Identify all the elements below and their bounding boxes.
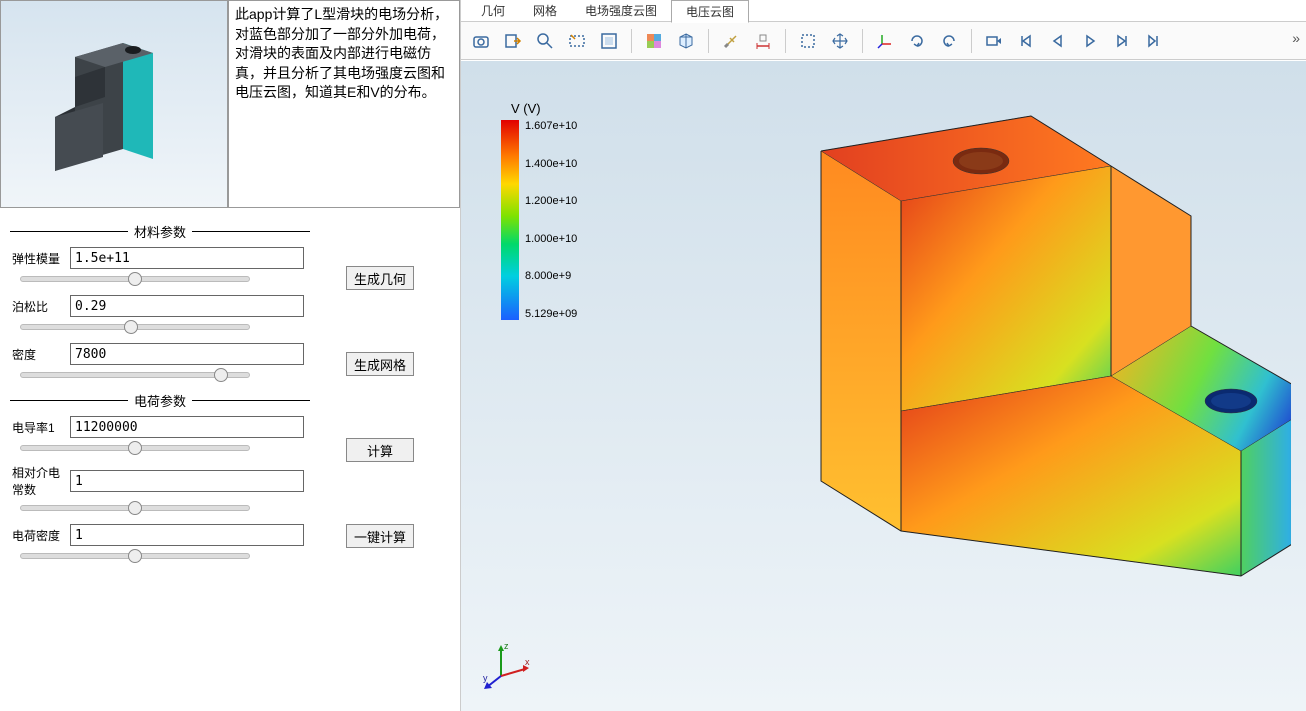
svg-text:x: x — [525, 657, 530, 667]
model-render — [611, 71, 1291, 691]
poisson-ratio-input[interactable] — [70, 295, 304, 317]
poisson-ratio-slider[interactable] — [20, 324, 250, 330]
colorbar-label: 1.400e+10 — [525, 158, 577, 170]
colorbar-label: 8.000e+9 — [525, 270, 577, 282]
svg-text:y: y — [483, 673, 488, 683]
next-frame-icon[interactable] — [1108, 27, 1136, 55]
axis-view-icon[interactable] — [871, 27, 899, 55]
charge-section-title: 电荷参数 — [10, 391, 310, 410]
one-click-compute-button[interactable]: 一键计算 — [346, 524, 414, 548]
rotate-cw-icon[interactable] — [903, 27, 931, 55]
record-icon[interactable] — [980, 27, 1008, 55]
conductivity1-input[interactable] — [70, 416, 304, 438]
elastic-modulus-label: 弹性模量 — [10, 250, 70, 267]
prev-frame-icon[interactable] — [1044, 27, 1072, 55]
density-input[interactable] — [70, 343, 304, 365]
tabs-bar: 几何 网格 电场强度云图 电压云图 — [461, 0, 1306, 22]
tab-efield-cloud[interactable]: 电场强度云图 — [571, 0, 671, 21]
pan-icon[interactable] — [826, 27, 854, 55]
rel-permittivity-input[interactable] — [70, 470, 304, 492]
svg-text:z: z — [504, 641, 509, 651]
density-slider[interactable] — [20, 372, 250, 378]
tab-geometry[interactable]: 几何 — [467, 0, 519, 21]
export-icon[interactable] — [499, 27, 527, 55]
screenshot-icon[interactable] — [467, 27, 495, 55]
preview-thumbnail — [0, 0, 228, 208]
generate-geometry-button[interactable]: 生成几何 — [346, 266, 414, 290]
rel-permittivity-slider[interactable] — [20, 505, 250, 511]
clear-icon[interactable] — [717, 27, 745, 55]
toolbar-overflow-icon[interactable]: » — [1292, 30, 1300, 46]
colorbar-label: 1.200e+10 — [525, 195, 577, 207]
rotate-ccw-icon[interactable] — [935, 27, 963, 55]
zoom-icon[interactable] — [531, 27, 559, 55]
density-label: 密度 — [10, 346, 70, 363]
charge-density-slider[interactable] — [20, 553, 250, 559]
charge-density-input[interactable] — [70, 524, 304, 546]
colorbar-label: 5.129e+09 — [525, 308, 577, 320]
play-icon[interactable] — [1076, 27, 1104, 55]
first-frame-icon[interactable] — [1012, 27, 1040, 55]
view-cube-icon[interactable] — [672, 27, 700, 55]
colorbar-title: V (V) — [511, 101, 577, 116]
colorbar: V (V) 1.607e+10 1.400e+10 1.200e+10 1.00… — [501, 101, 577, 320]
charge-density-label: 电荷密度 — [10, 527, 70, 544]
conductivity1-slider[interactable] — [20, 445, 250, 451]
generate-mesh-button[interactable]: 生成网格 — [346, 352, 414, 376]
zoom-extents-icon[interactable] — [595, 27, 623, 55]
measure-icon[interactable] — [749, 27, 777, 55]
rel-permittivity-label: 相对介电常数 — [10, 464, 70, 498]
colorbar-gradient — [501, 120, 519, 320]
tab-mesh[interactable]: 网格 — [519, 0, 571, 21]
select-mode-icon[interactable] — [640, 27, 668, 55]
axis-triad-icon: z x y — [481, 641, 531, 691]
3d-viewport[interactable]: V (V) 1.607e+10 1.400e+10 1.200e+10 1.00… — [461, 60, 1306, 711]
compute-button[interactable]: 计算 — [346, 438, 414, 462]
selection-box-icon[interactable] — [794, 27, 822, 55]
colorbar-label: 1.607e+10 — [525, 120, 577, 132]
description-text: 此app计算了L型滑块的电场分析，对蓝色部分加了一部分外加电荷，对滑块的表面及内… — [228, 0, 460, 208]
material-section-title: 材料参数 — [10, 222, 310, 241]
zoom-box-icon[interactable] — [563, 27, 591, 55]
colorbar-label: 1.000e+10 — [525, 233, 577, 245]
elastic-modulus-slider[interactable] — [20, 276, 250, 282]
poisson-ratio-label: 泊松比 — [10, 298, 70, 315]
elastic-modulus-input[interactable] — [70, 247, 304, 269]
tab-voltage-cloud[interactable]: 电压云图 — [671, 0, 749, 23]
last-frame-icon[interactable] — [1140, 27, 1168, 55]
conductivity1-label: 电导率1 — [10, 419, 70, 436]
viewport-toolbar — [461, 22, 1306, 60]
